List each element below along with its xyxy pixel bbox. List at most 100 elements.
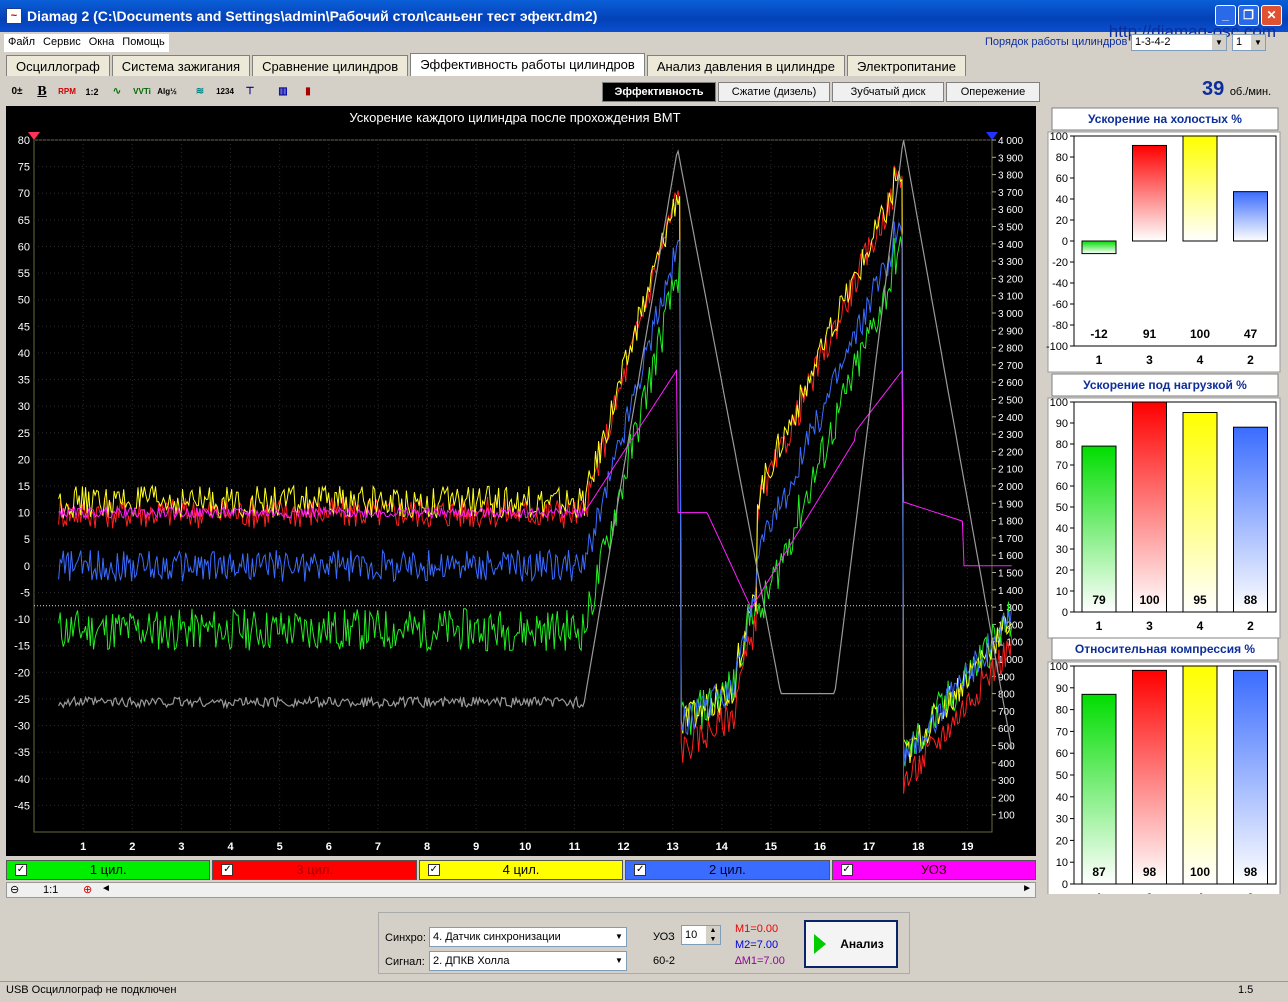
x-tick-label: 11	[569, 841, 581, 853]
bar	[1081, 693, 1117, 885]
bar-category-label: 3	[1146, 353, 1153, 367]
rpm-icon[interactable]: RPM	[56, 81, 78, 103]
y2-tick-label: 2 600	[998, 378, 1023, 389]
legend-channel-3[interactable]: ✓ 4 цил.	[418, 860, 624, 880]
checkbox-icon[interactable]: ✓	[427, 864, 440, 876]
legend-channel-5[interactable]: ✓ УОЗ	[831, 860, 1037, 880]
signal-label: Сигнал:	[385, 956, 425, 968]
mode-compression-button[interactable]: Сжатие (дизель)	[718, 82, 830, 102]
signal-select[interactable]: 2. ДПКВ Холла ▼	[429, 951, 627, 971]
y2-tick-label: 2 900	[998, 326, 1023, 337]
marker-icon[interactable]: ⊤	[239, 81, 261, 103]
zero-adjust-icon[interactable]: 0±	[6, 81, 28, 103]
bar-y-tick-label: 40	[1056, 194, 1068, 206]
vvti-icon[interactable]: VVTi	[131, 81, 153, 103]
bold-icon[interactable]: B	[31, 81, 53, 103]
bar-y-tick-label: 90	[1056, 683, 1068, 695]
zoom-in-icon[interactable]: ⊕	[83, 883, 92, 896]
y-tick-label: 5	[24, 534, 30, 546]
status-bar: USB Осциллограф не подключен 1.5	[0, 981, 1288, 1000]
mode-tooth-disk-button[interactable]: Зубчатый диск	[832, 82, 944, 102]
checkbox-icon[interactable]: ✓	[634, 864, 647, 876]
scale-icon[interactable]: 1:2	[81, 81, 103, 103]
cylinder-icon[interactable]: ▮	[297, 81, 319, 103]
menu-windows[interactable]: Окна	[85, 34, 119, 52]
bar-y-tick-label: 50	[1056, 502, 1068, 514]
bar-y-tick-label: 0	[1062, 879, 1068, 891]
y-tick-label: 80	[18, 135, 30, 147]
bar	[1233, 669, 1268, 885]
tab-cylinder-compare[interactable]: Сравнение цилиндров	[252, 55, 409, 76]
mode-efficiency-button[interactable]: Эффективность	[602, 82, 716, 102]
bar	[1233, 426, 1268, 613]
y2-tick-label: 2 700	[998, 361, 1023, 372]
horizontal-scrollbar[interactable]: ⊖ 1:1 ⊕ ◄ ►	[6, 882, 1036, 898]
menu-help[interactable]: Помощь	[118, 34, 169, 52]
firing-order-value: 1-3-4-2	[1135, 36, 1171, 48]
y2-tick-label: 3 100	[998, 292, 1023, 303]
analyze-button[interactable]: Анализ	[804, 920, 898, 968]
bar-y-tick-label: -40	[1052, 278, 1068, 290]
tab-cylinder-efficiency[interactable]: Эффективность работы цилиндров	[410, 53, 645, 76]
bar-y-tick-label: 100	[1050, 397, 1068, 409]
bar-category-label: 1	[1096, 353, 1103, 367]
cylinder-select[interactable]: 1 ▼	[1232, 34, 1266, 51]
legend-channel-2[interactable]: ✓ 3 цил.	[212, 860, 417, 880]
checkbox-icon[interactable]: ✓	[840, 864, 853, 876]
y2-tick-label: 4 000	[998, 136, 1023, 147]
y-tick-label: 60	[18, 241, 30, 253]
y2-tick-label: 600	[998, 724, 1015, 735]
y2-tick-label: 1 600	[998, 551, 1023, 562]
checkbox-icon[interactable]: ✓	[221, 864, 234, 876]
x-tick-label: 16	[814, 841, 826, 853]
uoz-stepper[interactable]: 10 ▲ ▼	[681, 925, 721, 945]
zoom-out-icon[interactable]: ⊖	[10, 883, 19, 896]
sync-select[interactable]: 4. Датчик синхронизации ▼	[429, 927, 627, 947]
menu-bar: Файл Сервис Окна Помощь	[4, 34, 169, 52]
tab-pressure-analysis[interactable]: Анализ давления в цилиндре	[646, 55, 845, 76]
x-tick-label: 8	[424, 841, 430, 853]
cylinder-select-value: 1	[1236, 36, 1243, 48]
checkbox-icon[interactable]: ✓	[15, 864, 27, 876]
line-icon[interactable]: ∿	[106, 81, 128, 103]
bar-y-tick-label: 60	[1056, 748, 1068, 760]
bar	[1182, 412, 1218, 613]
dm1-readout: ∆M1=7.00	[735, 955, 785, 967]
bar-y-tick-label: 20	[1056, 835, 1068, 847]
menu-file[interactable]: Файл	[4, 34, 39, 52]
chevron-down-icon: ▼	[612, 928, 626, 946]
bar-value-label: 100	[1190, 865, 1210, 879]
bar-y-tick-label: 80	[1056, 705, 1068, 717]
mode-advance-button[interactable]: Опережение	[946, 82, 1040, 102]
scroll-left-icon[interactable]: ◄	[101, 883, 111, 894]
y-tick-label: -5	[20, 587, 30, 599]
bar-y-tick-label: 50	[1056, 770, 1068, 782]
channel-legend: ✓ 1 цил. ✓ 3 цил. ✓ 4 цил. ✓ 2 цил. ✓ УОЗ	[6, 860, 1037, 880]
bar-y-tick-label: -20	[1052, 257, 1068, 269]
scope-chart: 80757065605550454035302520151050-5-10-15…	[14, 132, 1023, 853]
menu-service[interactable]: Сервис	[39, 34, 85, 52]
legend-channel-1[interactable]: ✓ 1 цил.	[6, 860, 211, 880]
bar-category-label: 3	[1146, 891, 1153, 894]
bars-icon[interactable]: ▥	[272, 81, 294, 103]
bar-value-label: -12	[1090, 327, 1108, 341]
tab-oscilloscope[interactable]: Осциллограф	[6, 55, 110, 76]
y2-tick-label: 3 900	[998, 153, 1023, 164]
firing-order-select[interactable]: 1-3-4-2 ▼	[1131, 34, 1227, 51]
sensor-icon[interactable]: ≋	[189, 81, 211, 103]
teeth-label: 60-2	[653, 955, 676, 967]
bar-value-label: 87	[1092, 865, 1106, 879]
legend-channel-4[interactable]: ✓ 2 цил.	[625, 860, 830, 880]
panel-title: Ускорение под нагрузкой %	[1083, 378, 1247, 392]
tab-ignition[interactable]: Система зажигания	[111, 55, 251, 76]
bar-y-tick-label: 80	[1056, 152, 1068, 164]
bar-y-tick-label: 10	[1056, 857, 1068, 869]
scroll-right-icon[interactable]: ►	[1022, 883, 1032, 894]
y-tick-label: 20	[18, 454, 30, 466]
algo-half-icon[interactable]: Alg½	[156, 81, 178, 103]
bar-value-label: 47	[1244, 327, 1258, 341]
count-icon[interactable]: 1234	[214, 81, 236, 103]
plot-frame	[33, 139, 993, 833]
tab-power-supply[interactable]: Электропитание	[846, 55, 966, 76]
y-tick-label: 50	[18, 295, 30, 307]
